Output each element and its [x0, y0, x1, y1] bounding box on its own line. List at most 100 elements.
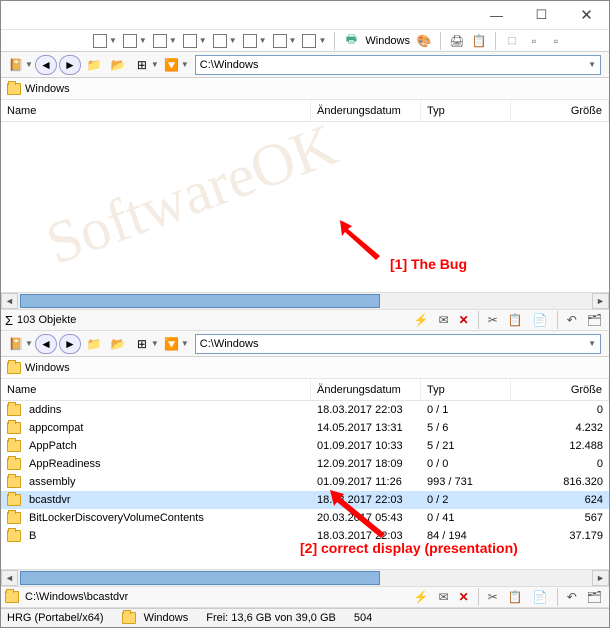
- undo-icon[interactable]: ↶: [564, 313, 580, 327]
- scroll-right-icon[interactable]: ►: [592, 293, 609, 309]
- table-row[interactable]: AppReadiness12.09.2017 18:090 / 00: [1, 455, 609, 473]
- file-size: 4.232: [511, 422, 609, 434]
- columns-header-bottom[interactable]: Name Änderungsdatum Typ Größe: [1, 379, 609, 401]
- scroll-left-icon[interactable]: ◄: [1, 293, 18, 309]
- maximize-button[interactable]: ☐: [519, 1, 564, 29]
- back-button[interactable]: ◄: [35, 334, 57, 354]
- forward-button[interactable]: ►: [59, 334, 81, 354]
- table-row[interactable]: AppPatch01.09.2017 10:335 / 2112.488: [1, 437, 609, 455]
- minimize-button[interactable]: —: [474, 1, 519, 29]
- close-button[interactable]: ✕: [564, 1, 609, 29]
- file-typ: 5 / 21: [421, 440, 511, 452]
- breadcrumb-top[interactable]: Windows: [1, 78, 609, 100]
- file-name: BitLockerDiscoveryVolumeContents: [29, 512, 204, 524]
- file-typ: 0 / 41: [421, 512, 511, 524]
- delete-icon[interactable]: ✕: [456, 313, 472, 327]
- bookmarks-icon[interactable]: 📔: [5, 334, 27, 354]
- folder-icon: [7, 440, 21, 452]
- folder-icon: [7, 476, 21, 488]
- paste-icon[interactable]: 📄: [530, 313, 551, 327]
- status-count: 504: [354, 612, 372, 624]
- file-name: assembly: [29, 476, 75, 488]
- col-typ[interactable]: Typ: [421, 379, 511, 400]
- layout-4-icon[interactable]: [183, 34, 197, 48]
- hscroll-top[interactable]: ◄ ►: [1, 292, 609, 309]
- print-icon[interactable]: 🖨: [449, 33, 465, 49]
- col-typ[interactable]: Typ: [421, 100, 511, 121]
- up-button[interactable]: 📁: [83, 55, 105, 75]
- delete-icon[interactable]: ✕: [456, 590, 472, 604]
- cut-icon[interactable]: ✂: [485, 590, 501, 604]
- explorer-icon[interactable]: 🗂: [584, 590, 605, 604]
- folder-icon: [7, 404, 21, 416]
- copy2-icon[interactable]: 📋: [505, 313, 526, 327]
- paint-icon[interactable]: 🎨: [416, 33, 432, 49]
- file-list-top[interactable]: [1, 122, 609, 292]
- scroll-left-icon[interactable]: ◄: [1, 570, 18, 586]
- explorer-icon[interactable]: 🗂: [584, 313, 605, 327]
- mail-icon[interactable]: ✉: [436, 313, 452, 327]
- col-date[interactable]: Änderungsdatum: [311, 379, 421, 400]
- filter-button[interactable]: 🔽: [161, 334, 183, 354]
- printer-icon[interactable]: 🖶: [343, 33, 359, 49]
- opt2-icon[interactable]: ▫: [548, 33, 564, 49]
- folder-button[interactable]: 📂: [107, 334, 129, 354]
- file-date: 18.03.2017 22:03: [311, 404, 421, 416]
- col-name[interactable]: Name: [1, 100, 311, 121]
- layout-1-icon[interactable]: [93, 34, 107, 48]
- layout-6-icon[interactable]: [243, 34, 257, 48]
- col-name[interactable]: Name: [1, 379, 311, 400]
- status-bar-bottom: C:\Windows\bcastdvr ⚡ ✉ ✕ ✂ 📋 📄 ↶ 🗂: [1, 586, 609, 608]
- file-size: 816.320: [511, 476, 609, 488]
- col-size[interactable]: Größe: [511, 379, 609, 400]
- up-button[interactable]: 📁: [83, 334, 105, 354]
- flash-icon[interactable]: ⚡: [411, 313, 432, 327]
- address-bar-top[interactable]: C:\Windows ▼: [195, 55, 601, 75]
- status-text: 103 Objekte: [17, 314, 76, 326]
- bookmarks-icon[interactable]: 📔: [5, 55, 27, 75]
- address-bar-bottom[interactable]: C:\Windows ▼: [195, 334, 601, 354]
- layout-2-icon[interactable]: [123, 34, 137, 48]
- file-name: appcompat: [29, 422, 83, 434]
- file-name: addins: [29, 404, 61, 416]
- copy-icon[interactable]: 📋: [471, 33, 487, 49]
- zoom-icon[interactable]: ⬚: [504, 33, 520, 49]
- mail-icon[interactable]: ✉: [436, 590, 452, 604]
- filter-button[interactable]: 🔽: [161, 55, 183, 75]
- folder-icon: [7, 494, 21, 506]
- pane-bottom-toolbar: 📔▼ ◄ ► 📁 📂 ⊞▼ 🔽▼ C:\Windows ▼: [1, 331, 609, 357]
- scroll-right-icon[interactable]: ►: [592, 570, 609, 586]
- col-size[interactable]: Größe: [511, 100, 609, 121]
- status-free: Frei: 13,6 GB von 39,0 GB: [206, 612, 336, 624]
- paste-icon[interactable]: 📄: [530, 590, 551, 604]
- undo-icon[interactable]: ↶: [564, 590, 580, 604]
- table-row[interactable]: BitLockerDiscoveryVolumeContents20.03.20…: [1, 509, 609, 527]
- copy2-icon[interactable]: 📋: [505, 590, 526, 604]
- hscroll-bottom[interactable]: ◄ ►: [1, 569, 609, 586]
- file-typ: 0 / 1: [421, 404, 511, 416]
- status-mid: Windows: [144, 612, 189, 624]
- columns-header-top[interactable]: Name Änderungsdatum Typ Größe: [1, 100, 609, 122]
- table-row[interactable]: bcastdvr18.03.2017 22:030 / 2624: [1, 491, 609, 509]
- back-button[interactable]: ◄: [35, 55, 57, 75]
- file-name: AppReadiness: [29, 458, 101, 470]
- file-typ: 993 / 731: [421, 476, 511, 488]
- layout-8-icon[interactable]: [302, 34, 316, 48]
- layout-5-icon[interactable]: [213, 34, 227, 48]
- breadcrumb-bottom[interactable]: Windows: [1, 357, 609, 379]
- view-button[interactable]: ⊞: [131, 334, 153, 354]
- layout-7-icon[interactable]: [273, 34, 287, 48]
- col-date[interactable]: Änderungsdatum: [311, 100, 421, 121]
- cut-icon[interactable]: ✂: [485, 313, 501, 327]
- layout-3-icon[interactable]: [153, 34, 167, 48]
- table-row[interactable]: appcompat14.05.2017 13:315 / 64.232: [1, 419, 609, 437]
- view-button[interactable]: ⊞: [131, 55, 153, 75]
- table-row[interactable]: addins18.03.2017 22:030 / 10: [1, 401, 609, 419]
- folder-icon: [122, 612, 136, 624]
- folder-button[interactable]: 📂: [107, 55, 129, 75]
- table-row[interactable]: assembly01.09.2017 11:26993 / 731816.320: [1, 473, 609, 491]
- explorer-pane-bottom: 📔▼ ◄ ► 📁 📂 ⊞▼ 🔽▼ C:\Windows ▼ Windows Na…: [1, 331, 609, 608]
- flash-icon[interactable]: ⚡: [411, 590, 432, 604]
- opt-icon[interactable]: ▫: [526, 33, 542, 49]
- forward-button[interactable]: ►: [59, 55, 81, 75]
